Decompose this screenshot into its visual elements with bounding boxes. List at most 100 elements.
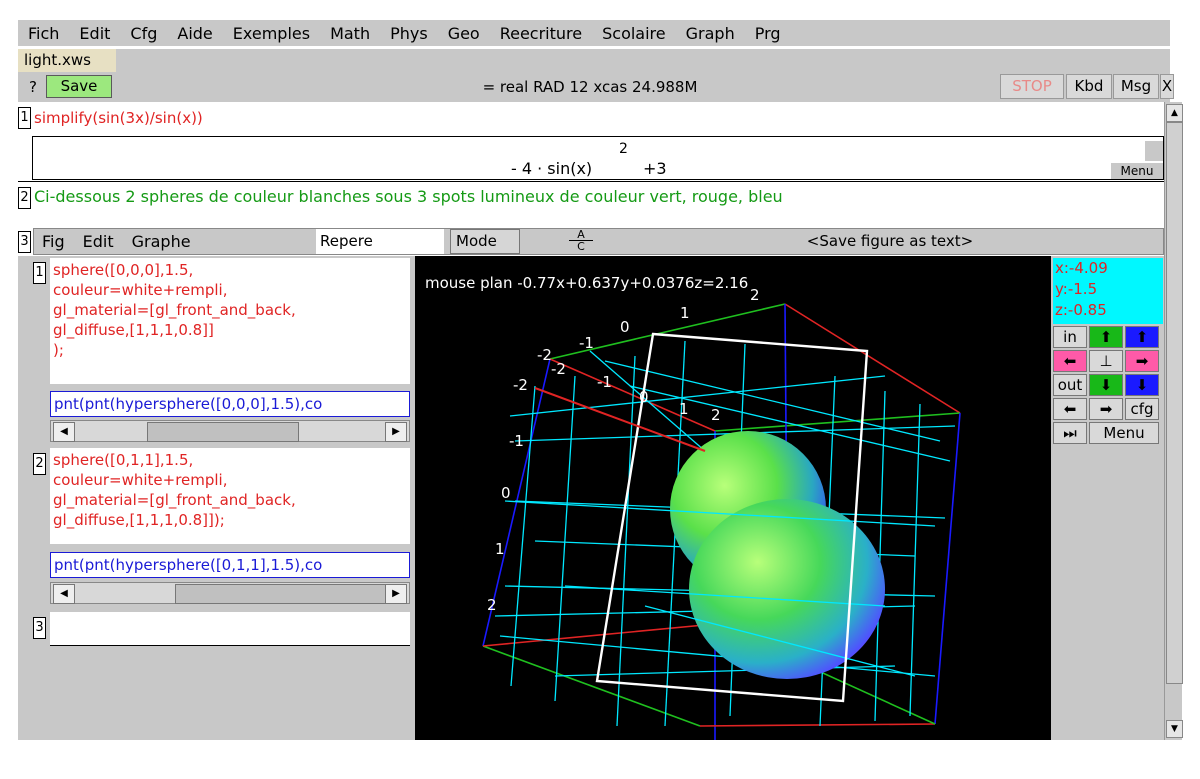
- menu-math[interactable]: Math: [320, 24, 380, 43]
- tick-label: 1: [495, 540, 505, 558]
- menu-exemples[interactable]: Exemples: [223, 24, 320, 43]
- scroll-right-icon[interactable]: ▶: [385, 584, 407, 604]
- entry-2-line: sphere([0,1,1],1.5,: [53, 451, 194, 469]
- keyboard-button[interactable]: Kbd: [1066, 74, 1112, 99]
- forward-arrow-icon[interactable]: ⬆: [1125, 326, 1159, 348]
- repere-button[interactable]: Repere: [316, 229, 444, 254]
- rotate-right-icon[interactable]: ➡: [1089, 398, 1123, 420]
- tick-label: -1: [597, 373, 612, 391]
- tick-label: -2: [551, 360, 566, 378]
- menu-bar: Fich Edit Cfg Aide Exemples Math Phys Ge…: [18, 20, 1170, 46]
- coord-y: y:-1.5: [1055, 280, 1098, 298]
- scroll-left-icon[interactable]: ◀: [53, 422, 75, 442]
- menu-scolaire[interactable]: Scolaire: [592, 24, 676, 43]
- level-1-number[interactable]: 1: [18, 107, 31, 129]
- menu-fich[interactable]: Fich: [18, 24, 69, 43]
- level-1-output: - 4 · sin(x): [511, 159, 593, 178]
- right-arrow-icon[interactable]: ➡: [1125, 350, 1159, 372]
- stop-button[interactable]: STOP: [1000, 74, 1064, 99]
- level-3-number-badge[interactable]: 3: [18, 231, 31, 253]
- menu-reecriture[interactable]: Reecriture: [490, 24, 592, 43]
- box-edge: [934, 412, 961, 725]
- box-edge: [482, 623, 716, 647]
- menu-phys[interactable]: Phys: [380, 24, 438, 43]
- nav-buttons: in ⬆ ⬆ ⬅ ⊥ ➡ out ⬇ ⬇ ⬅ ➡ cfg ⏭ Menu: [1053, 326, 1163, 456]
- coord-z: z:-0.85: [1055, 301, 1107, 319]
- entry-3-input[interactable]: [50, 612, 410, 646]
- scroll-thumb[interactable]: [175, 584, 387, 604]
- save-button[interactable]: Save: [46, 75, 112, 98]
- close-button[interactable]: X: [1160, 74, 1174, 99]
- plot-3d[interactable]: mouse plan -0.77x+0.637y+0.0376z=2.16 2 …: [415, 256, 1051, 740]
- up-arrow-icon[interactable]: ⬆: [1089, 326, 1123, 348]
- box-edge: [699, 723, 936, 727]
- status-text: = real RAD 12 xcas 24.988M: [482, 78, 698, 96]
- entry-2-result[interactable]: pnt(pnt(hypersphere([0,1,1],1.5),co: [50, 552, 410, 578]
- geo-menu-edit[interactable]: Edit: [83, 229, 114, 254]
- menu-graph[interactable]: Graph: [676, 24, 745, 43]
- scroll-up-icon[interactable]: ▲: [1166, 104, 1183, 122]
- tab-strip: [116, 49, 1170, 72]
- geo-menu-graphe[interactable]: Graphe: [132, 229, 191, 254]
- fraction-bottom: C: [577, 240, 585, 253]
- menu-prg[interactable]: Prg: [745, 24, 791, 43]
- zoom-out-button[interactable]: out: [1053, 374, 1087, 396]
- geo-menu-fig[interactable]: Fig: [42, 229, 65, 254]
- tick-label: 0: [501, 484, 511, 502]
- fraction-display: A C: [566, 229, 596, 254]
- tick-label: 0: [639, 388, 649, 406]
- level-1-output-exponent: 2: [619, 141, 628, 157]
- entry-2-scrollbar[interactable]: ◀ ▶: [50, 582, 410, 604]
- level-1-output-scroll[interactable]: [1145, 141, 1163, 161]
- entry-1-line: gl_diffuse,[1,1,1,0.8]]: [53, 321, 214, 339]
- scroll-right-icon[interactable]: ▶: [385, 422, 407, 442]
- animate-icon[interactable]: ⏭: [1053, 422, 1087, 444]
- menu-aide[interactable]: Aide: [167, 24, 222, 43]
- help-button[interactable]: ?: [22, 76, 44, 98]
- coords-display: x:-4.09 y:-1.5 z:-0.85: [1053, 258, 1163, 324]
- tick-label: 1: [679, 400, 689, 418]
- menu-geo[interactable]: Geo: [438, 24, 490, 43]
- entry-1-scrollbar[interactable]: ◀ ▶: [50, 420, 410, 442]
- down-arrow-icon[interactable]: ⬇: [1089, 374, 1123, 396]
- entry-1-result[interactable]: pnt(pnt(hypersphere([0,0,0],1.5),co: [50, 391, 410, 417]
- scroll-thumb[interactable]: [1166, 122, 1183, 684]
- entry-2-input[interactable]: sphere([0,1,1],1.5, couleur=white+rempli…: [50, 448, 410, 544]
- menu-edit[interactable]: Edit: [69, 24, 120, 43]
- mode-button[interactable]: Mode: [450, 229, 520, 254]
- zoom-in-button[interactable]: in: [1053, 326, 1087, 348]
- entry-1-input[interactable]: sphere([0,0,0],1.5, couleur=white+rempli…: [50, 258, 410, 384]
- coord-x: x:-4.09: [1055, 259, 1108, 277]
- level-1-menu-button[interactable]: Menu: [1111, 163, 1163, 179]
- menu-cfg[interactable]: Cfg: [120, 24, 167, 43]
- level-2-number[interactable]: 2: [18, 187, 31, 209]
- entry-2-number[interactable]: 2: [33, 453, 46, 475]
- entry-1-line: couleur=white+rempli,: [53, 281, 228, 299]
- back-arrow-icon[interactable]: ⬇: [1125, 374, 1159, 396]
- entry-2-line: couleur=white+rempli,: [53, 471, 228, 489]
- tick-label: 2: [750, 286, 760, 304]
- entry-1-number[interactable]: 1: [33, 262, 46, 284]
- vertical-scrollbar[interactable]: ▲ ▼: [1164, 102, 1183, 740]
- center-icon[interactable]: ⊥: [1089, 350, 1123, 372]
- entry-3-number[interactable]: 3: [33, 617, 46, 639]
- tick-label: -1: [579, 334, 594, 352]
- file-tab[interactable]: light.xws: [18, 49, 116, 72]
- mouse-plan-label: mouse plan -0.77x+0.637y+0.0376z=2.16: [425, 274, 749, 292]
- cfg-button[interactable]: cfg: [1125, 398, 1159, 420]
- scroll-thumb[interactable]: [147, 422, 299, 442]
- grid-line: [554, 375, 576, 702]
- box-edge: [714, 412, 961, 432]
- level-2-comment[interactable]: Ci-dessous 2 spheres de couleur blanches…: [34, 186, 1154, 208]
- level-1-input[interactable]: simplify(sin(3x)/sin(x)): [34, 107, 634, 129]
- messages-button[interactable]: Msg: [1113, 74, 1159, 99]
- scroll-left-icon[interactable]: ◀: [53, 584, 75, 604]
- entry-2-line: gl_diffuse,[1,1,1,0.8]]);: [53, 511, 225, 529]
- tick-label: -2: [513, 376, 528, 394]
- nav-menu-button[interactable]: Menu: [1089, 422, 1159, 444]
- scroll-down-icon[interactable]: ▼: [1166, 720, 1183, 738]
- grid-line: [909, 403, 921, 717]
- left-arrow-icon[interactable]: ⬅: [1053, 350, 1087, 372]
- save-figure-button[interactable]: <Save figure as text>: [700, 229, 1080, 254]
- rotate-left-icon[interactable]: ⬅: [1053, 398, 1087, 420]
